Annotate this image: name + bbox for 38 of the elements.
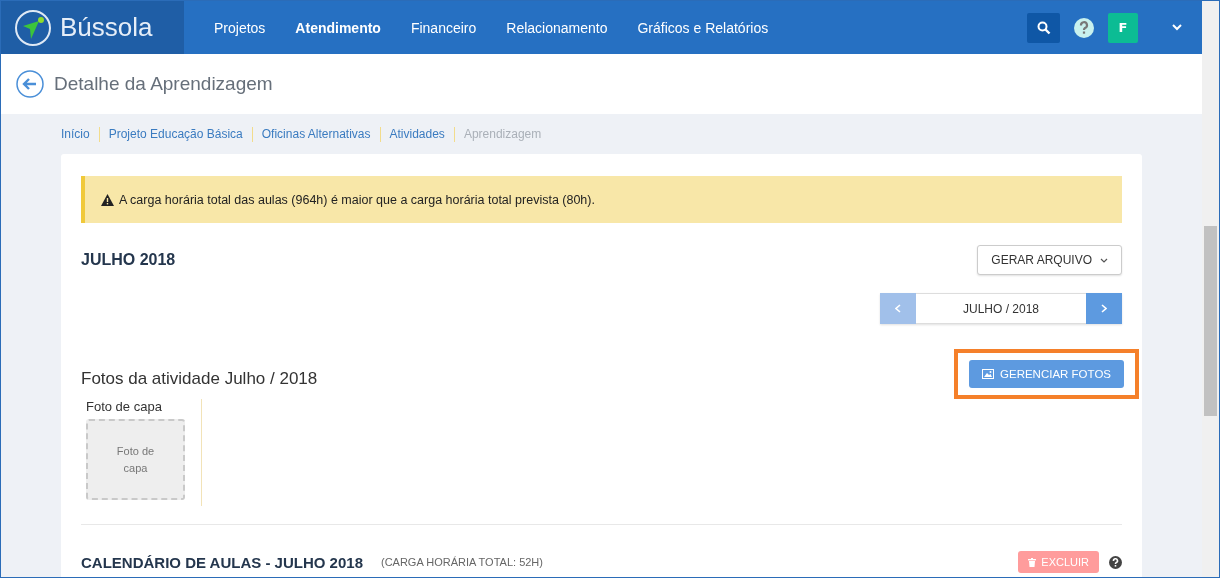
chevron-down-icon [1100,257,1108,263]
calendar-workload: (CARGA HORÁRIA TOTAL: 52H) [381,556,543,568]
breadcrumb-link[interactable]: Oficinas Alternativas [261,127,371,141]
chevron-left-icon [895,304,901,313]
scrollbar[interactable] [1202,1,1219,577]
manage-photos-button[interactable]: GERENCIAR FOTOS [969,360,1124,388]
cover-photo-label: Foto de capa [86,399,163,414]
warning-icon [101,193,114,206]
nav-item[interactable]: Relacionamento [506,19,608,36]
chevron-right-icon [1101,304,1107,313]
chevron-down-icon[interactable] [1172,24,1182,31]
month-label: JULHO / 2018 [916,293,1086,324]
scrollbar-thumb[interactable] [1204,226,1217,416]
nav-item[interactable]: Projetos [214,19,266,36]
breadcrumb-link[interactable]: Início [61,127,90,141]
cover-photo-placeholder[interactable]: Foto de capa [86,419,185,500]
export-dropdown-button[interactable]: GERAR ARQUIVO [977,245,1122,275]
user-avatar[interactable]: F [1108,12,1138,43]
trash-icon [1028,557,1037,567]
help-icon[interactable] [1109,555,1122,569]
search-icon [1036,20,1051,35]
breadcrumb-current: Aprendizagem [463,127,542,141]
breadcrumb-link[interactable]: Projeto Educação Básica [108,127,243,141]
nav-item[interactable]: Gráficos e Relatórios [637,19,769,36]
help-icon[interactable] [1074,17,1094,38]
image-icon [982,369,995,379]
photos-heading: Fotos da atividade Julho / 2018 [81,369,318,389]
calendar-heading: CALENDÁRIO DE AULAS - JULHO 2018 [81,553,363,571]
nav-item[interactable]: Atendimento [295,19,381,36]
app-name: Bússola [60,12,153,43]
logo-area[interactable]: Bússola [1,1,184,54]
nav-item[interactable]: Financeiro [410,19,477,36]
search-button[interactable] [1027,12,1060,43]
page-title: Detalhe da Aprendizagem [54,73,273,95]
compass-logo-icon [14,8,52,47]
breadcrumb-link[interactable]: Atividades [389,127,445,141]
alert-message: A carga horária total das aulas (964h) é maior que a carga horária total prevista (80h). [119,192,595,207]
section-title: JULHO 2018 [81,251,176,269]
